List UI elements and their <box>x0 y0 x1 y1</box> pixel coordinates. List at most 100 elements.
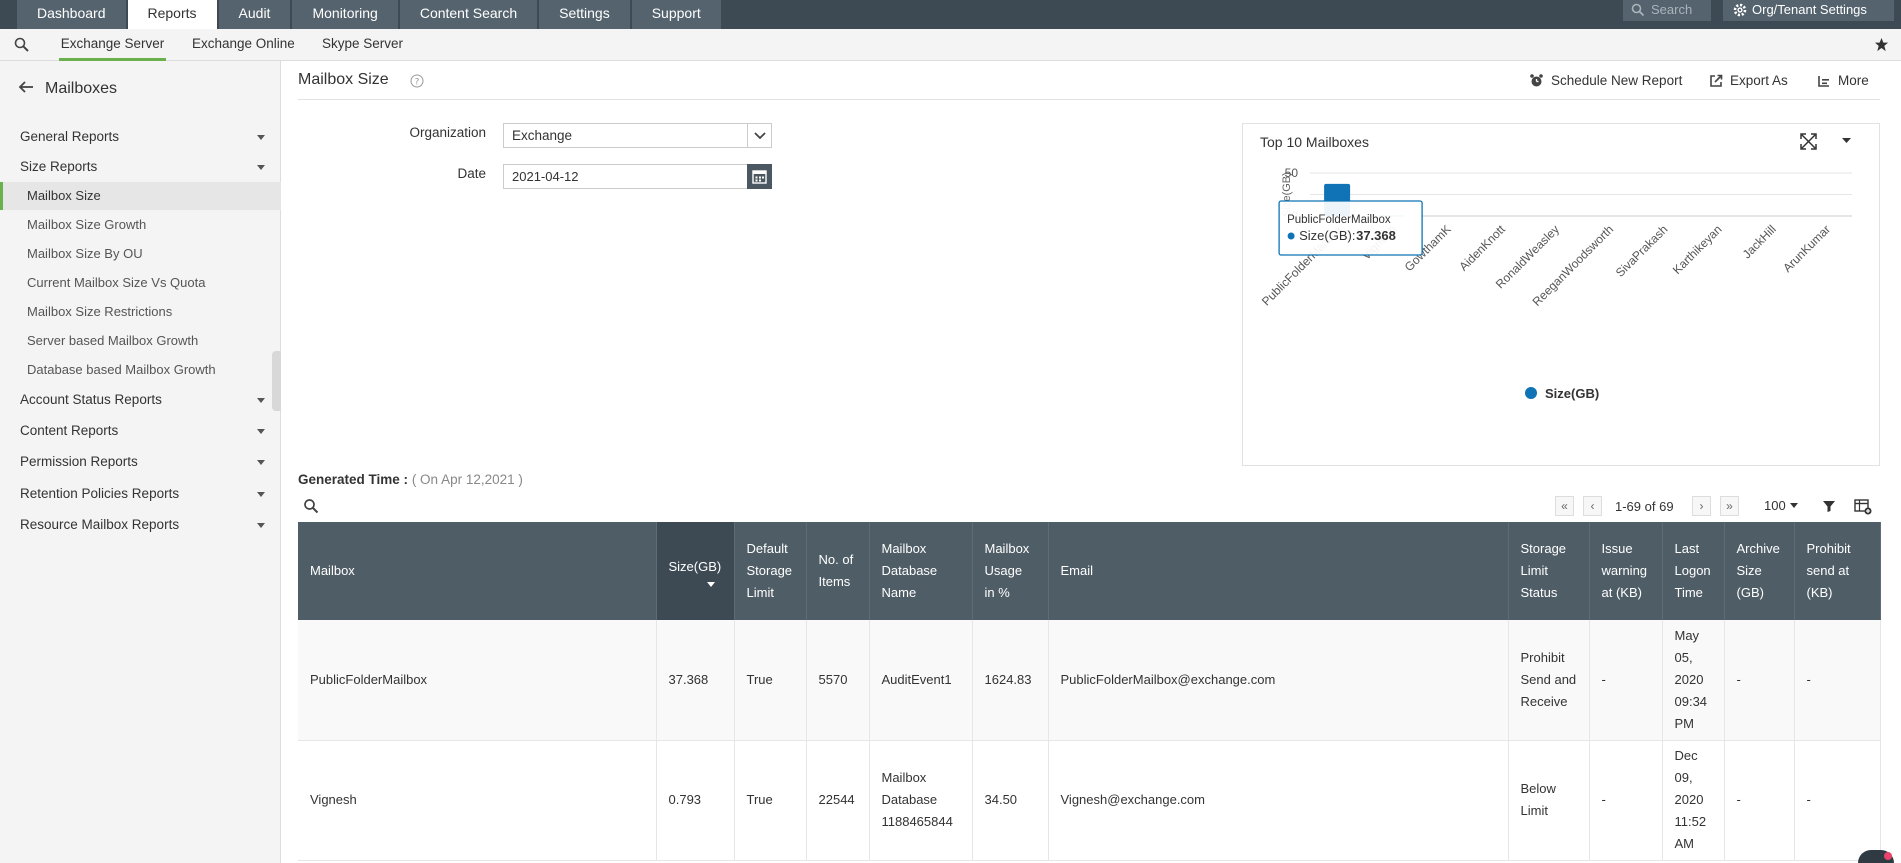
caret-down-icon <box>257 398 265 403</box>
sidebar-subitem-mailbox-size[interactable]: Mailbox Size <box>0 182 281 210</box>
sidebar-collapse-handle[interactable] <box>272 351 281 411</box>
column-header-default-storage-limit[interactable]: Default Storage Limit <box>734 522 807 620</box>
sidebar-subitem-mailbox-size-restrictions[interactable]: Mailbox Size Restrictions <box>0 298 281 326</box>
x-tick-label: Karthikeyan <box>1670 222 1725 277</box>
gear-icon <box>1733 3 1747 17</box>
column-header-mailbox-database-name[interactable]: Mailbox Database Name <box>869 522 973 620</box>
help-icon[interactable]: ? <box>410 74 424 88</box>
sidebar-item-label: Account Status Reports <box>20 392 162 407</box>
table-cell: 34.50 <box>972 740 1049 861</box>
column-header-archive-size[interactable]: Archive Size (GB) <box>1724 522 1795 620</box>
search-settings-icon[interactable] <box>14 37 30 53</box>
sidebar-item-size-reports[interactable]: Size Reports <box>0 153 281 181</box>
table-cell: Dec 09, 2020 11:52 AM <box>1662 740 1725 861</box>
sidebar-item-account-status-reports[interactable]: Account Status Reports <box>0 386 281 414</box>
sidebar-item-content-reports[interactable]: Content Reports <box>0 417 281 445</box>
double-chevron-left-icon: « <box>1561 499 1568 513</box>
column-header-mailbox-usage[interactable]: Mailbox Usage in % <box>972 522 1049 620</box>
table-cell: - <box>1794 740 1881 861</box>
star-icon[interactable] <box>1874 37 1889 52</box>
pager-last-button[interactable]: » <box>1720 496 1739 516</box>
tab-audit[interactable]: Audit <box>218 0 293 29</box>
header-divider <box>298 99 1880 100</box>
generated-time-value: ( On Apr 12,2021 ) <box>411 472 523 487</box>
more-button[interactable]: More <box>1817 73 1869 88</box>
sidebar-subitem-server-based-growth[interactable]: Server based Mailbox Growth <box>0 327 281 355</box>
column-header-no-of-items[interactable]: No. of Items <box>806 522 870 620</box>
arrow-left-icon[interactable] <box>18 80 34 94</box>
caret-down-icon <box>257 492 265 497</box>
org-tenant-settings-button[interactable]: Org/Tenant Settings <box>1723 0 1894 21</box>
legend-marker[interactable] <box>1525 387 1537 399</box>
organization-select-value: Exchange <box>512 128 573 143</box>
global-search-box[interactable]: Search <box>1623 0 1711 21</box>
column-header-prohibit-send[interactable]: Prohibit send at (KB) <box>1794 522 1881 620</box>
column-header-last-logon-time[interactable]: Last Logon Time <box>1662 522 1725 620</box>
table-cell: 5570 <box>806 620 870 741</box>
notification-dot <box>1884 852 1892 860</box>
table-cell: Vignesh@exchange.com <box>1048 740 1509 861</box>
pager-next-button[interactable]: › <box>1692 496 1711 516</box>
rows-per-page-value: 100 <box>1764 498 1786 513</box>
x-tick-label: JackHill <box>1740 222 1779 261</box>
table-row[interactable]: PublicFolderMailbox 37.368 True 5570 Aud… <box>298 620 1881 741</box>
sidebar-subitem-mailbox-size-by-ou[interactable]: Mailbox Size By OU <box>0 240 281 268</box>
column-header-storage-limit-status[interactable]: Storage Limit Status <box>1508 522 1590 620</box>
tab-monitoring[interactable]: Monitoring <box>292 0 400 29</box>
subtab-exchange-server[interactable]: Exchange Server <box>59 29 166 61</box>
sidebar-subitem-database-based-growth[interactable]: Database based Mailbox Growth <box>0 356 281 384</box>
pager-prev-button[interactable]: ‹ <box>1583 496 1602 516</box>
sidebar-item-retention-policies-reports[interactable]: Retention Policies Reports <box>0 480 281 508</box>
subtab-exchange-online[interactable]: Exchange Online <box>192 29 295 61</box>
tab-dashboard[interactable]: Dashboard <box>17 0 128 29</box>
x-tick-label: ArunKumar <box>1780 222 1833 275</box>
column-header-size[interactable]: Size(GB) <box>656 522 735 620</box>
caret-down-icon <box>257 460 265 465</box>
tab-reports[interactable]: Reports <box>127 0 219 29</box>
legend-label[interactable]: Size(GB) <box>1545 386 1599 401</box>
top-nav-tabs: Dashboard Reports Audit Monitoring Conte… <box>17 0 723 29</box>
sidebar-subitem-current-size-vs-quota[interactable]: Current Mailbox Size Vs Quota <box>0 269 281 297</box>
table-cell: 1624.83 <box>972 620 1049 741</box>
alarm-clock-icon <box>1530 74 1543 87</box>
subtab-skype-server[interactable]: Skype Server <box>322 29 403 61</box>
tooltip-category: PublicFolderMailbox <box>1287 214 1391 226</box>
table-cell: Mailbox Database 1188465844 <box>869 740 973 861</box>
date-input[interactable]: 2021-04-12 <box>503 164 748 189</box>
sidebar-item-general-reports[interactable]: General Reports <box>0 123 281 151</box>
x-tick-label: SivaPrakash <box>1613 222 1671 280</box>
tab-settings[interactable]: Settings <box>539 0 632 29</box>
pager-first-button[interactable]: « <box>1555 496 1574 516</box>
sidebar: Mailboxes General Reports Size Reports M… <box>0 61 281 863</box>
sidebar-item-label: Content Reports <box>20 423 119 438</box>
organization-select[interactable]: Exchange <box>503 123 772 148</box>
filter-icon[interactable] <box>1820 496 1838 516</box>
tab-content-search[interactable]: Content Search <box>399 0 540 29</box>
table-cell: Prohibit Send and Receive <box>1508 620 1590 741</box>
column-header-mailbox[interactable]: Mailbox <box>298 522 657 620</box>
table-cell: - <box>1589 740 1663 861</box>
more-icon <box>1818 76 1829 87</box>
date-picker-button[interactable] <box>747 164 772 189</box>
chart-menu-icon[interactable] <box>1842 138 1851 143</box>
search-icon <box>1631 3 1645 17</box>
table-row[interactable]: Vignesh 0.793 True 22544 Mailbox Databas… <box>298 740 1881 861</box>
generated-time-label: Generated Time : <box>298 472 409 487</box>
tab-support[interactable]: Support <box>631 0 723 29</box>
column-header-issue-warning[interactable]: Issue warning at (KB) <box>1589 522 1663 620</box>
table-search-icon[interactable] <box>303 498 319 514</box>
rows-per-page-select[interactable]: 100 <box>1754 496 1798 516</box>
table-cell: PublicFolderMailbox@exchange.com <box>1048 620 1509 741</box>
schedule-new-report-button[interactable]: Schedule New Report <box>1529 73 1682 88</box>
caret-down-icon <box>257 135 265 140</box>
global-search-placeholder: Search <box>1651 2 1693 17</box>
expand-icon[interactable] <box>1800 133 1817 150</box>
sidebar-item-resource-mailbox-reports[interactable]: Resource Mailbox Reports <box>0 511 281 539</box>
column-chooser-icon[interactable] <box>1853 496 1873 516</box>
double-chevron-right-icon: » <box>1726 499 1733 513</box>
column-header-email[interactable]: Email <box>1048 522 1509 620</box>
sidebar-item-permission-reports[interactable]: Permission Reports <box>0 448 281 476</box>
sidebar-subitem-mailbox-size-growth[interactable]: Mailbox Size Growth <box>0 211 281 239</box>
export-as-button[interactable]: Export As <box>1709 73 1788 88</box>
caret-down-icon <box>257 429 265 434</box>
